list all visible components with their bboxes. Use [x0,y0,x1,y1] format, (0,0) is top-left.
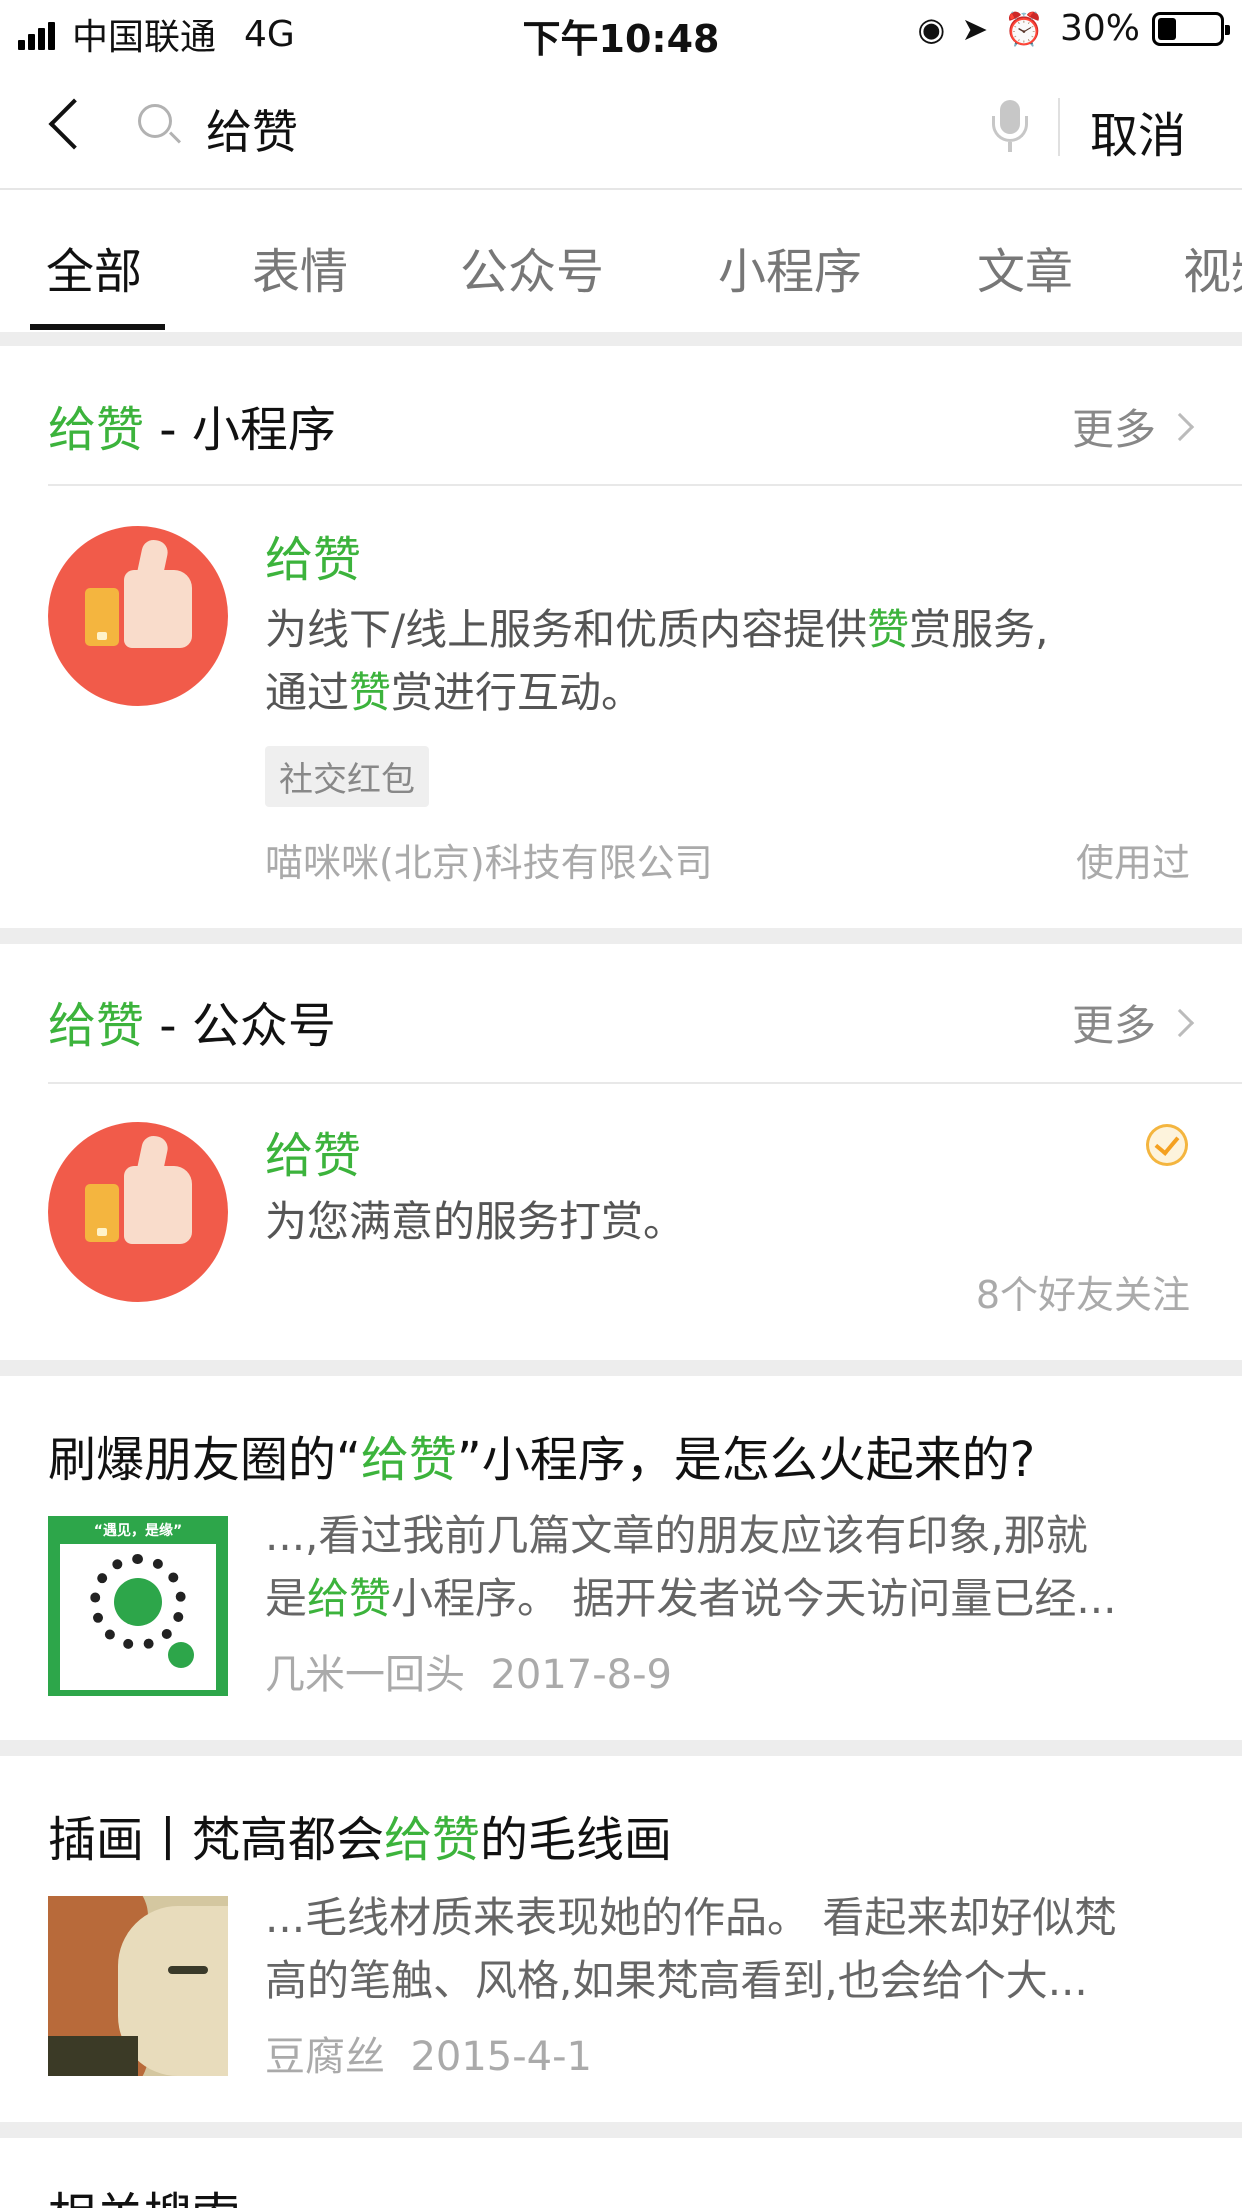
article-title: 刷爆朋友圈的“给赞”小程序，是怎么火起来的? [48,1432,1036,1488]
result-description: 为您满意的服务打赏。 [265,1197,686,1246]
tab-videos[interactable]: 视频 [1183,232,1242,302]
section-title-mini-program: 给赞 - 小程序 [48,402,336,458]
section-separator [0,2122,1242,2138]
category-tabs: 全部 表情 公众号 小程序 文章 视频 [0,190,1242,332]
divider [1058,98,1060,156]
article-meta: 几米一回头 2017-8-9 [265,1652,672,1698]
result-description: 为线下/线上服务和优质内容提供赞赏服务, 通过赞赏进行互动。 [265,605,1049,717]
chevron-right-icon [1165,1008,1195,1037]
article-title: 插画丨梵高都会给赞的毛线画 [48,1812,673,1868]
related-searches-heading: 相关搜索 [48,2176,240,2208]
article-thumbnail [48,1896,228,2076]
article-meta: 豆腐丝 2015-4-1 [265,2034,592,2080]
thumbs-up-account-avatar [48,1122,228,1302]
battery-percent: 30% [1059,8,1140,49]
section-title-official-account: 给赞 - 公众号 [48,998,336,1054]
result-title: 给赞 [265,1128,362,1184]
more-mini-programs-link[interactable]: 更多 [1072,396,1195,457]
search-bar: 给赞 取消 [0,62,1242,190]
thumbnail-caption: “遇见，是缘” [93,1523,183,1539]
chevron-right-icon [1165,412,1195,441]
divider [48,1082,1242,1084]
verified-check-icon [1146,1124,1188,1166]
developer-name: 喵咪咪(北京)科技有限公司 [265,841,713,885]
friends-following-count: 8个好友关注 [975,1273,1190,1317]
alarm-icon: ⏰ [1004,9,1044,48]
chevron-left-icon [48,98,100,150]
microphone-icon[interactable] [990,100,1030,154]
section-separator [0,1740,1242,1756]
qr-code-thumbnail: “遇见，是缘” [48,1516,228,1696]
search-icon [138,104,182,148]
divider [48,484,1242,486]
section-separator [0,1360,1242,1376]
tab-official-accounts[interactable]: 公众号 [460,232,604,302]
more-official-accounts-link[interactable]: 更多 [1072,992,1195,1053]
section-separator [0,332,1242,346]
section-separator [0,928,1242,944]
article-snippet: ...毛线材质来表现她的作品。 看起来却好似梵 高的笔触、风格,如果梵高看到,也… [265,1893,1117,2005]
article-snippet: ...,看过我前几篇文章的朋友应该有印象,那就 是给赞小程序。 据开发者说今天访… [265,1511,1117,1623]
tab-mini-programs[interactable]: 小程序 [718,232,862,302]
search-input[interactable]: 给赞 [206,96,298,162]
tab-articles[interactable]: 文章 [977,232,1073,302]
back-button[interactable] [38,96,100,156]
cancel-button[interactable]: 取消 [1090,96,1186,166]
category-tag: 社交红包 [265,746,429,807]
status-bar: 中国联通 4G 下午10:48 ◉ ➤ ⏰ 30% [0,0,1242,62]
tab-stickers[interactable]: 表情 [252,232,348,302]
active-tab-indicator [30,324,165,330]
used-before-label: 使用过 [1075,841,1190,885]
result-title: 给赞 [265,532,362,588]
orientation-lock-icon: ◉ [917,9,946,48]
location-arrow-icon: ➤ [961,9,989,48]
battery-icon [1152,11,1230,46]
tab-all[interactable]: 全部 [46,232,142,302]
thumbs-up-app-icon [48,526,228,706]
